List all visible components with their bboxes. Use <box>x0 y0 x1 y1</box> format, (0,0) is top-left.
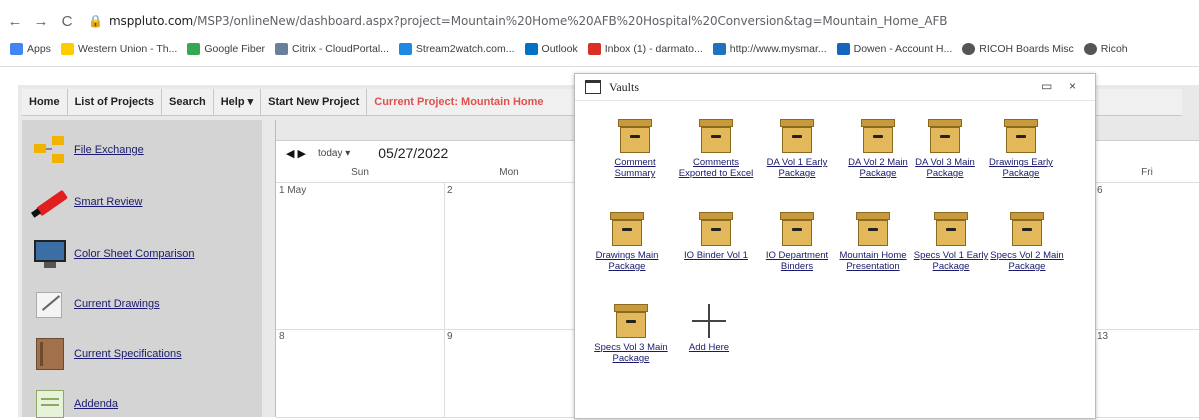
bookmark-apps[interactable]: Apps <box>10 43 51 55</box>
gmail-icon <box>587 43 601 55</box>
bookmark-outlook[interactable]: Outlook <box>524 43 578 55</box>
today-dropdown[interactable]: today ▾ <box>318 148 350 159</box>
reload-icon[interactable]: C <box>56 13 78 30</box>
sidebar-item-smart-review[interactable]: Smart Review <box>31 186 142 218</box>
bookmark-ricoh[interactable]: Ricoh <box>1083 43 1128 55</box>
bookmark-citrix[interactable]: Citrix - CloudPortal... <box>275 43 389 55</box>
outlook-icon <box>524 43 538 55</box>
vault-io-binder-vol-1[interactable]: IO Binder Vol 1 <box>678 212 754 261</box>
prev-next-arrows-icon[interactable]: ◀ ▶ <box>286 147 306 160</box>
vault-da-vol-1[interactable]: DA Vol 1 Early Package <box>759 119 835 179</box>
western-union-icon <box>60 43 74 55</box>
bookmark-dowen[interactable]: Dowen - Account H... <box>836 43 952 55</box>
web-page-icon <box>712 43 726 55</box>
menu-home[interactable]: Home <box>22 89 68 115</box>
dowen-icon <box>836 43 850 55</box>
globe-icon <box>1083 43 1097 55</box>
bookmarks-bar: Apps Western Union - Th... Google Fiber … <box>0 38 1199 60</box>
archive-box-icon <box>610 212 644 246</box>
vault-drawings-main[interactable]: Drawings Main Package <box>589 212 665 272</box>
url-text[interactable]: msppluto.com/MSP3/onlineNew/dashboard.as… <box>109 14 948 28</box>
archive-box-icon <box>1004 119 1038 153</box>
add-vault-button[interactable]: Add Here <box>671 304 747 353</box>
stream2watch-icon <box>398 43 412 55</box>
calendar-day-cell[interactable]: 6 <box>1094 183 1199 330</box>
archive-box-icon <box>856 212 890 246</box>
archive-box-icon <box>699 119 733 153</box>
current-project-label: Current Project: Mountain Home <box>374 96 544 108</box>
citrix-icon <box>275 43 289 55</box>
vault-comments-exported[interactable]: Comments Exported to Excel <box>678 119 754 179</box>
plus-icon <box>692 304 726 338</box>
calendar-day-cell[interactable]: 8 <box>276 329 445 418</box>
vault-da-vol-2[interactable]: DA Vol 2 Main Package <box>840 119 916 179</box>
menu-search[interactable]: Search <box>162 89 214 115</box>
vault-specs-vol-2[interactable]: Specs Vol 2 Main Package <box>989 212 1065 272</box>
back-icon[interactable]: ← <box>4 13 26 30</box>
monitor-icon <box>32 238 68 270</box>
folder-network-icon <box>32 134 68 166</box>
binder-icon <box>32 338 68 370</box>
menu-list-of-projects[interactable]: List of Projects <box>68 89 163 115</box>
lock-icon[interactable]: 🔒 <box>88 14 103 28</box>
bookmark-stream2watch[interactable]: Stream2watch.com... <box>398 43 515 55</box>
forward-icon[interactable]: → <box>30 13 52 30</box>
bookmark-gmail-inbox[interactable]: Inbox (1) - darmato... <box>587 43 703 55</box>
minimize-icon[interactable]: ▭ <box>1041 79 1052 93</box>
bookmark-ricoh-boards[interactable]: RICOH Boards Misc <box>962 43 1074 55</box>
sidebar-item-addenda[interactable]: Addenda <box>32 388 118 420</box>
sidebar-item-color-sheet-comparison[interactable]: Color Sheet Comparison <box>32 238 194 270</box>
menu-help[interactable]: Help ▾ <box>214 89 262 115</box>
red-marker-icon <box>31 186 68 218</box>
calendar-date: 05/27/2022 <box>378 145 449 161</box>
vault-drawings-early[interactable]: Drawings Early Package <box>983 119 1059 179</box>
address-bar[interactable]: ← → C 🔒 msppluto.com/MSP3/onlineNew/dash… <box>0 6 1060 36</box>
globe-icon <box>962 43 976 55</box>
document-list-icon <box>32 388 68 420</box>
bookmark-western-union[interactable]: Western Union - Th... <box>60 43 177 55</box>
window-icon <box>585 80 601 94</box>
calendar-day-cell[interactable]: 2 <box>444 183 575 330</box>
archive-box-icon <box>614 304 648 338</box>
calendar-day-cell[interactable]: 9 <box>444 329 575 418</box>
archive-box-icon <box>1010 212 1044 246</box>
archive-box-icon <box>934 212 968 246</box>
archive-box-icon <box>618 119 652 153</box>
vault-comment-summary[interactable]: Comment Summary <box>597 119 673 179</box>
vault-specs-vol-1[interactable]: Specs Vol 1 Early Package <box>913 212 989 272</box>
chrome-divider <box>0 66 1199 67</box>
menu-start-new-project[interactable]: Start New Project <box>261 89 368 115</box>
sidebar-item-current-drawings[interactable]: Current Drawings <box>32 288 160 320</box>
vault-da-vol-3[interactable]: DA Vol 3 Main Package <box>907 119 983 179</box>
close-icon[interactable]: × <box>1069 79 1076 93</box>
sidebar-item-current-specifications[interactable]: Current Specifications <box>32 338 182 370</box>
vaults-modal: Vaults ▭ × Comment Summary Comments Expo… <box>574 73 1096 419</box>
sidebar: File Exchange Smart Review Color Sheet C… <box>22 120 262 420</box>
modal-title: Vaults <box>609 79 639 94</box>
vault-io-department-binders[interactable]: IO Department Binders <box>759 212 835 272</box>
archive-box-icon <box>928 119 962 153</box>
archive-box-icon <box>861 119 895 153</box>
sidebar-item-file-exchange[interactable]: File Exchange <box>32 134 144 166</box>
modal-header: Vaults ▭ × <box>575 74 1095 101</box>
drawing-tools-icon <box>32 288 68 320</box>
day-header-mon: Mon <box>444 167 574 183</box>
bookmark-google-fiber[interactable]: Google Fiber <box>187 43 265 55</box>
google-fiber-icon <box>187 43 201 55</box>
apps-grid-icon <box>10 43 23 55</box>
vault-mountain-home-presentation[interactable]: Mountain Home Presentation <box>835 212 911 272</box>
archive-box-icon <box>780 119 814 153</box>
calendar-day-cell[interactable]: 1 May <box>276 183 445 330</box>
archive-box-icon <box>780 212 814 246</box>
calendar-day-cell[interactable]: 13 <box>1094 329 1199 418</box>
day-header-fri: Fri <box>1094 167 1199 183</box>
vault-specs-vol-3[interactable]: Specs Vol 3 Main Package <box>593 304 669 364</box>
archive-box-icon <box>699 212 733 246</box>
bookmark-mysmar[interactable]: http://www.mysmar... <box>712 43 827 55</box>
day-header-sun: Sun <box>276 167 444 183</box>
browser-chrome: ← → C 🔒 msppluto.com/MSP3/onlineNew/dash… <box>0 0 1199 67</box>
